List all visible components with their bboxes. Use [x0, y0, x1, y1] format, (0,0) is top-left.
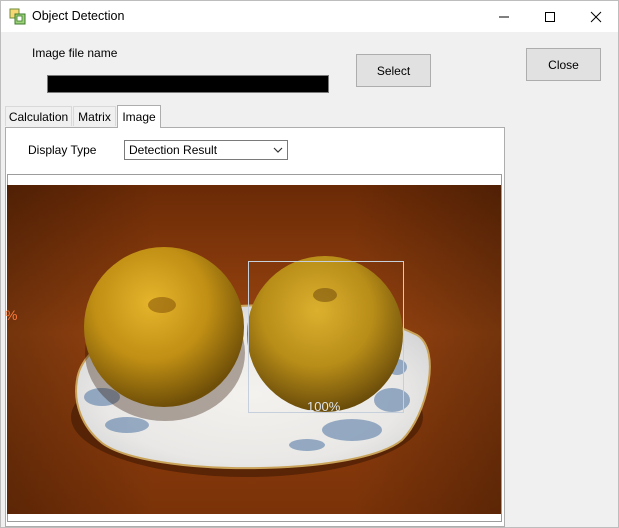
display-type-select[interactable]: Detection Result — [124, 140, 288, 160]
tab-image[interactable]: Image — [117, 105, 161, 128]
image-file-name-label: Image file name — [32, 46, 118, 60]
partial-detection-label: % — [5, 307, 18, 323]
title-bar[interactable]: Object Detection — [1, 1, 618, 32]
detection-confidence-label: 100% — [307, 399, 341, 414]
object-detection-app-icon — [9, 8, 26, 25]
detection-bounding-box — [248, 261, 404, 413]
minimize-icon — [499, 16, 509, 17]
tab-matrix[interactable]: Matrix — [73, 106, 116, 126]
window-title: Object Detection — [32, 9, 125, 23]
display-type-value: Detection Result — [129, 143, 218, 157]
select-button[interactable]: Select — [356, 54, 431, 87]
object-detection-window: Object Detection Image file name Select … — [0, 0, 619, 528]
close-icon — [590, 11, 602, 22]
maximize-icon — [545, 11, 555, 22]
tab-calculation[interactable]: Calculation — [5, 106, 72, 126]
chevron-down-icon — [273, 147, 283, 153]
minimize-button[interactable] — [481, 1, 527, 32]
image-file-name-field[interactable] — [47, 75, 329, 93]
close-button[interactable]: Close — [526, 48, 601, 81]
maximize-button[interactable] — [527, 1, 573, 32]
display-type-label: Display Type — [28, 143, 97, 157]
window-close-button[interactable] — [573, 1, 619, 32]
